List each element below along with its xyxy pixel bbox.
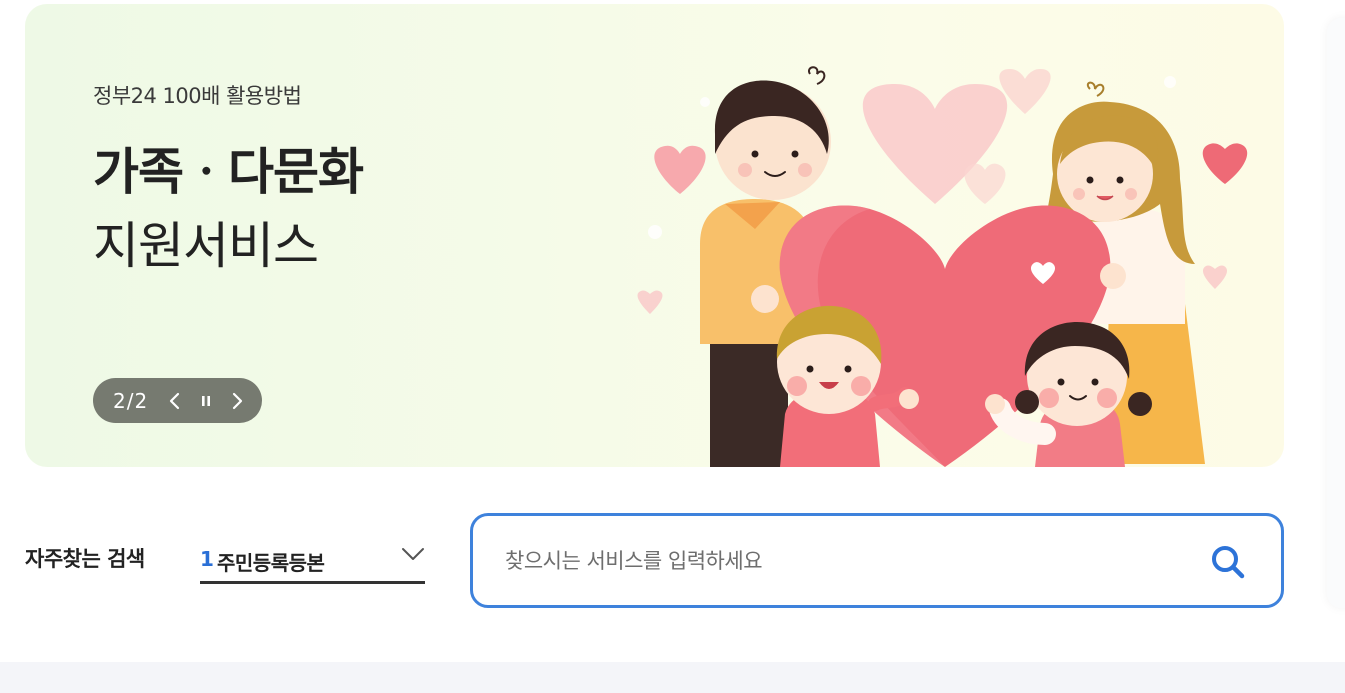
chevron-left-icon: [170, 392, 180, 409]
prev-slide-button[interactable]: [162, 389, 186, 413]
pause-icon: [202, 395, 211, 406]
chevron-down-icon: [402, 548, 424, 560]
next-slide-button[interactable]: [226, 389, 250, 413]
frequent-search-dropdown[interactable]: 1 주민등록등본: [200, 536, 425, 584]
banner-pager: 2/2: [93, 378, 262, 423]
search-icon: [1212, 546, 1245, 579]
frequent-search-selected: 주민등록등본: [217, 551, 325, 575]
section-divider-band: [0, 662, 1345, 693]
family-heart-illustration: [637, 66, 1248, 467]
next-panel-edge: [1327, 18, 1345, 608]
search-input[interactable]: [503, 538, 1157, 584]
banner-subtitle: 지원서비스: [93, 217, 319, 275]
frequent-search-label: 자주찾는 검색: [25, 547, 145, 571]
banner-title: 가족ㆍ다문화: [93, 143, 364, 201]
banner-kicker: 정부24 100배 활용방법: [93, 84, 302, 108]
promo-banner[interactable]: 정부24 100배 활용방법 가족ㆍ다문화 지원서비스 2/2: [25, 4, 1284, 467]
pause-slide-button[interactable]: [194, 389, 218, 413]
search-button[interactable]: [1207, 541, 1249, 583]
search-box: [470, 513, 1284, 608]
pager-count: 2/2: [113, 388, 149, 413]
chevron-right-icon: [233, 392, 243, 409]
frequent-search-rank: 1: [200, 547, 214, 571]
